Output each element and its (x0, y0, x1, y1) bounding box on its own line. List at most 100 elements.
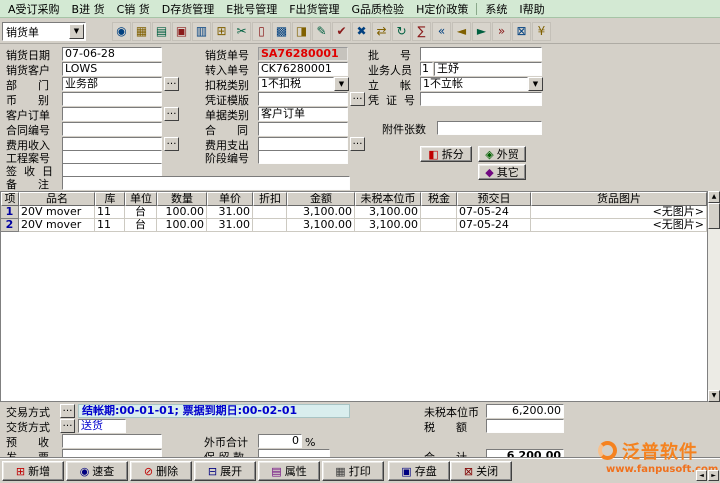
cell-product-name[interactable]: 20V mover (19, 206, 95, 219)
foreign-trade-button[interactable]: ◈ 外贸 (478, 146, 526, 162)
properties-button[interactable]: ▤ 属性 (258, 461, 320, 481)
attachments-field[interactable] (437, 121, 542, 135)
currency-icon[interactable]: ¥ (532, 22, 551, 41)
salesman-name-field[interactable]: 王妤 (434, 62, 542, 76)
sheet-icon[interactable]: ⊞ (212, 22, 231, 41)
cell-tax[interactable] (421, 206, 457, 219)
menu-item-sales[interactable]: C销 货 (111, 0, 156, 18)
fee-income-picker-button[interactable]: … (164, 137, 179, 151)
menu-item-order-purchase[interactable]: A受订采购 (2, 0, 66, 18)
delete-button[interactable]: ⊘ 删除 (130, 461, 192, 481)
cell-due-date[interactable]: 07-05-24 (457, 219, 531, 232)
menu-item-pricing[interactable]: H定价政策 (410, 0, 474, 18)
other-button[interactable]: ◆ 其它 (478, 164, 526, 180)
save-button[interactable]: ▣ 存盘 (388, 461, 450, 481)
delivery-method-picker-button[interactable]: … (60, 419, 75, 433)
new-button[interactable]: ⊞ 新增 (2, 461, 64, 481)
cut-icon[interactable]: ✂ (232, 22, 251, 41)
scroll-right-icon[interactable]: ► (708, 470, 719, 481)
cell-item-no[interactable]: 1 (1, 206, 19, 219)
table-row[interactable]: 2 20V mover 11 台 100.00 31.00 3,100.00 3… (1, 219, 707, 232)
refresh-icon[interactable]: ↻ (392, 22, 411, 41)
cell-item-no[interactable]: 2 (1, 219, 19, 232)
cell-unit[interactable]: 台 (125, 219, 157, 232)
advance-receipt-field[interactable] (62, 434, 162, 448)
cell-amount[interactable]: 3,100.00 (287, 206, 355, 219)
first-record-icon[interactable]: « (432, 22, 451, 41)
cell-tax[interactable] (421, 219, 457, 232)
voucher-template-picker-button[interactable]: … (350, 92, 365, 106)
cell-untaxed-amount[interactable]: 3,100.00 (355, 206, 421, 219)
cancel-icon[interactable]: ✖ (352, 22, 371, 41)
customer-order-field[interactable] (62, 107, 162, 121)
menu-item-system[interactable]: 系统 (479, 0, 513, 18)
ok-icon[interactable]: ✔ (332, 22, 351, 41)
sign-date-field[interactable] (62, 163, 162, 177)
menu-item-purchase[interactable]: B进 货 (66, 0, 111, 18)
cell-product-image[interactable]: <无图片> (531, 206, 707, 219)
menu-item-shipping[interactable]: F出货管理 (283, 0, 345, 18)
form-icon[interactable]: ▥ (192, 22, 211, 41)
prev-record-icon[interactable]: ◄ (452, 22, 471, 41)
project-no-field[interactable] (62, 150, 162, 164)
copy-icon[interactable]: ▤ (152, 22, 171, 41)
contract-no-field[interactable] (62, 122, 162, 136)
currency-field[interactable] (62, 92, 162, 106)
contract-field[interactable] (258, 122, 348, 136)
fee-expense-field[interactable] (258, 137, 348, 151)
close-doc-icon[interactable]: ⊠ (512, 22, 531, 41)
cell-quantity[interactable]: 100.00 (157, 206, 207, 219)
chevron-down-icon[interactable]: ▼ (69, 24, 84, 39)
menu-item-inventory[interactable]: D存货管理 (156, 0, 220, 18)
cell-warehouse[interactable]: 11 (95, 219, 125, 232)
delivery-method-field[interactable]: 送货 (78, 419, 126, 433)
print-button[interactable]: ▦ 打印 (322, 461, 384, 481)
print-icon[interactable]: ▩ (272, 22, 291, 41)
table-row[interactable]: 1 20V mover 11 台 100.00 31.00 3,100.00 3… (1, 206, 707, 219)
edit-icon[interactable]: ✎ (312, 22, 331, 41)
customer-order-picker-button[interactable]: … (164, 107, 179, 121)
grid-icon[interactable]: ▦ (132, 22, 151, 41)
scroll-left-icon[interactable]: ◄ (696, 470, 707, 481)
payment-method-picker-button[interactable]: … (60, 404, 75, 418)
cell-discount[interactable] (253, 206, 287, 219)
fee-income-field[interactable] (62, 137, 162, 151)
cell-unit-price[interactable]: 31.00 (207, 219, 253, 232)
department-field[interactable]: 业务部 (62, 77, 162, 91)
account-type-field[interactable]: 1不立帐 (420, 77, 528, 91)
cell-product-image[interactable]: <无图片> (531, 219, 707, 232)
cell-product-name[interactable]: 20V mover (19, 219, 95, 232)
salesman-code-field[interactable]: 1 (420, 62, 433, 76)
scrollbar-thumb[interactable] (708, 203, 720, 229)
cell-amount[interactable]: 3,100.00 (287, 219, 355, 232)
cell-warehouse[interactable]: 11 (95, 206, 125, 219)
cell-due-date[interactable]: 07-05-24 (457, 206, 531, 219)
remark-field[interactable] (62, 176, 350, 190)
fee-expense-picker-button[interactable]: … (350, 137, 365, 151)
image-icon[interactable]: ▣ (172, 22, 191, 41)
cell-quantity[interactable]: 100.00 (157, 219, 207, 232)
batch-no-field[interactable] (420, 47, 542, 61)
cell-discount[interactable] (253, 219, 287, 232)
close-button[interactable]: ⊠ 关闭 (450, 461, 512, 481)
transfer-no-field[interactable]: CK76280001 (258, 62, 348, 76)
menu-item-batch[interactable]: E批号管理 (220, 0, 283, 18)
customer-field[interactable]: LOWS (62, 62, 162, 76)
preview-icon[interactable]: ◨ (292, 22, 311, 41)
last-record-icon[interactable]: » (492, 22, 511, 41)
swap-icon[interactable]: ⇄ (372, 22, 391, 41)
expand-button[interactable]: ⊟ 展开 (194, 461, 256, 481)
cell-unit[interactable]: 台 (125, 206, 157, 219)
find-icon[interactable]: ◉ (112, 22, 131, 41)
cell-untaxed-amount[interactable]: 3,100.00 (355, 219, 421, 232)
department-picker-button[interactable]: … (164, 77, 179, 91)
doc-category-field[interactable]: 客户订单 (258, 107, 348, 121)
menu-item-help[interactable]: I帮助 (513, 0, 550, 18)
doc-type-combobox[interactable]: 销货单 ▼ (2, 22, 86, 41)
stage-no-field[interactable] (258, 150, 348, 164)
voucher-template-field[interactable] (258, 92, 348, 106)
scroll-up-icon[interactable]: ▲ (708, 191, 720, 203)
menu-item-quality[interactable]: G品质检验 (346, 0, 411, 18)
sum-icon[interactable]: ∑ (412, 22, 431, 41)
next-record-icon[interactable]: ► (472, 22, 491, 41)
